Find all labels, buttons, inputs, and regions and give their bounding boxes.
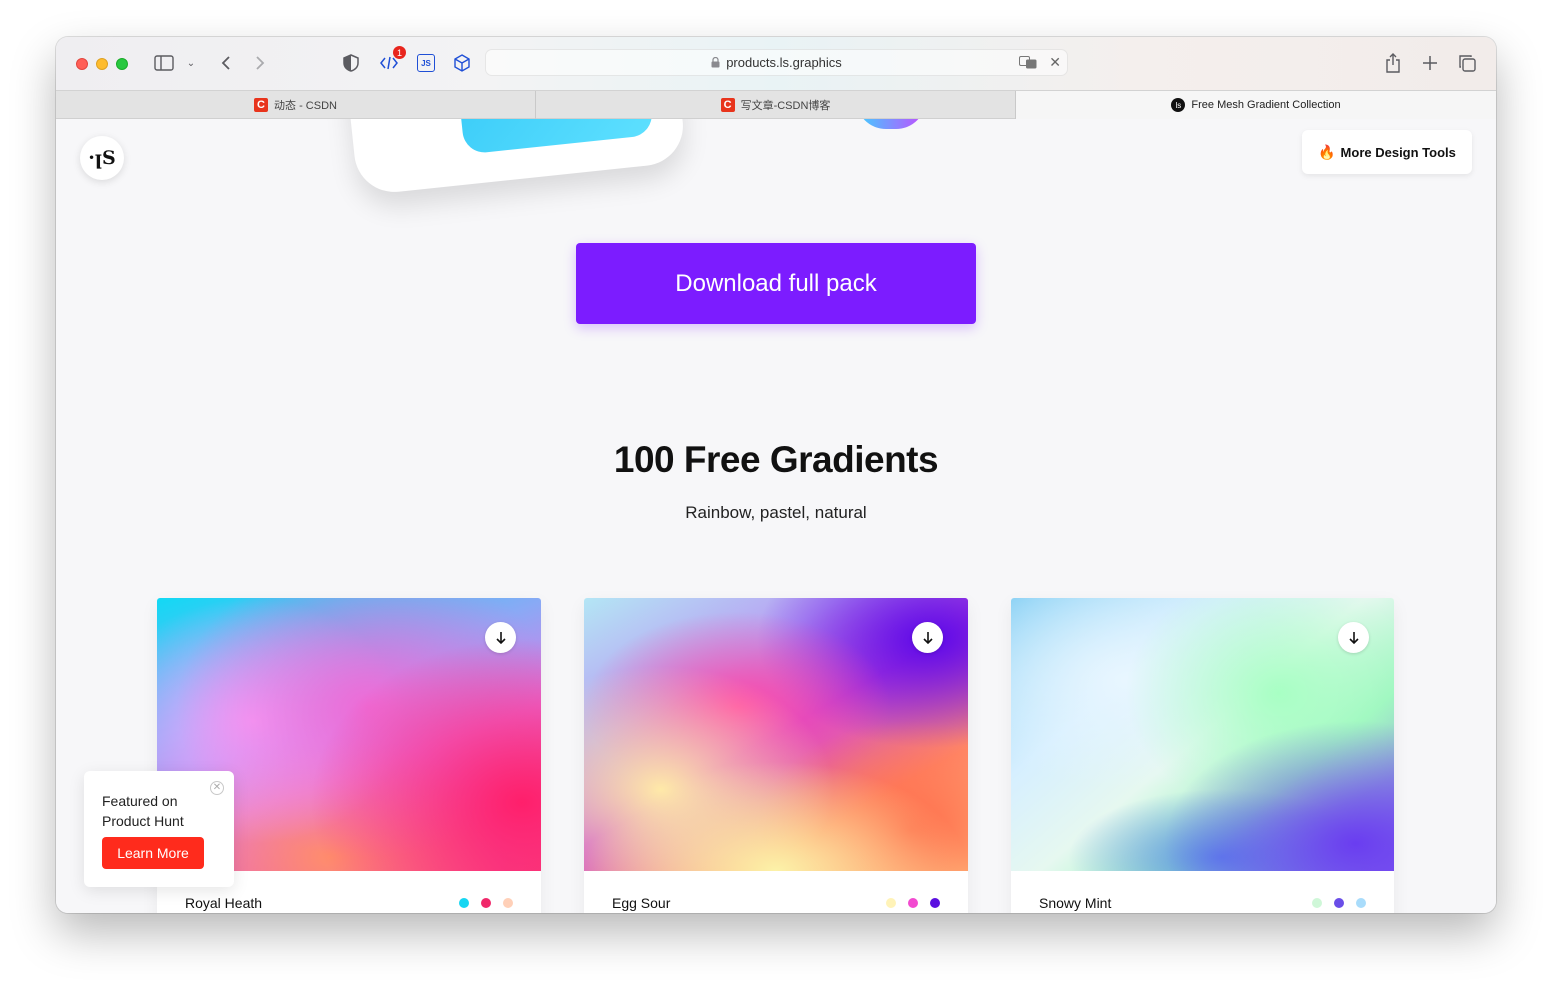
- download-icon[interactable]: [912, 622, 943, 653]
- privacy-shield-icon[interactable]: [340, 51, 362, 75]
- color-swatch[interactable]: [1312, 898, 1322, 908]
- gradient-card[interactable]: Egg Sour: [584, 598, 968, 913]
- color-swatch[interactable]: [908, 898, 918, 908]
- forward-icon[interactable]: [250, 51, 270, 75]
- gradient-card[interactable]: Snowy Mint: [1011, 598, 1394, 913]
- hero-decoration: [856, 119, 926, 129]
- more-design-tools-label: More Design Tools: [1340, 144, 1456, 160]
- address-bar[interactable]: products.ls.graphics ✕: [485, 49, 1068, 76]
- tab-title: Free Mesh Gradient Collection: [1191, 99, 1341, 111]
- color-swatches: [459, 898, 513, 908]
- product-hunt-widget: Featured on Product Hunt ✕ Learn More: [84, 771, 234, 887]
- gradient-preview[interactable]: [584, 598, 968, 871]
- tab-overview-icon[interactable]: [1456, 51, 1478, 75]
- zoom-window-button[interactable]: [116, 58, 128, 70]
- hero-illustration: [345, 119, 687, 196]
- js-extension-label: JS: [417, 54, 435, 72]
- color-swatches: [1312, 898, 1366, 908]
- gradient-name: Snowy Mint: [1039, 895, 1112, 911]
- site-logo[interactable]: ·ꞁS: [80, 136, 124, 180]
- share-icon[interactable]: [1382, 51, 1404, 75]
- sidebar-toggle-icon[interactable]: [152, 51, 176, 75]
- gradient-name: Royal Heath: [185, 895, 263, 911]
- tab-bar: C 动态 - CSDN C 写文章-CSDN博客 ls Free Mesh Gr…: [56, 90, 1496, 119]
- chevron-down-icon[interactable]: ⌄: [184, 51, 198, 75]
- cube-extension-icon[interactable]: [451, 51, 473, 75]
- learn-more-button[interactable]: Learn More: [102, 837, 204, 869]
- csdn-favicon-icon: C: [254, 98, 269, 112]
- color-swatch[interactable]: [930, 898, 940, 908]
- js-extension-icon[interactable]: JS: [415, 51, 437, 75]
- url-text: products.ls.graphics: [726, 55, 842, 70]
- more-design-tools-button[interactable]: 🔥 More Design Tools: [1302, 130, 1472, 174]
- close-icon[interactable]: ✕: [1049, 54, 1061, 71]
- download-full-pack-button[interactable]: Download full pack: [576, 243, 976, 324]
- back-icon[interactable]: [216, 51, 236, 75]
- lock-icon: [711, 57, 720, 68]
- section-subtitle: Rainbow, pastel, natural: [685, 503, 867, 522]
- product-hunt-line2: Product Hunt: [102, 813, 184, 829]
- ls-favicon-icon: ls: [1171, 98, 1186, 112]
- tab-mesh-gradient[interactable]: ls Free Mesh Gradient Collection: [1016, 91, 1496, 119]
- tab-csdn-dynamic[interactable]: C 动态 - CSDN: [56, 91, 536, 119]
- download-icon[interactable]: [1338, 622, 1369, 653]
- color-swatches: [886, 898, 940, 908]
- color-swatch[interactable]: [481, 898, 491, 908]
- product-hunt-text: Featured on Product Hunt: [102, 791, 212, 831]
- gradient-preview[interactable]: [1011, 598, 1394, 871]
- minimize-window-button[interactable]: [96, 58, 108, 70]
- page-content: ·ꞁS 🔥 More Design Tools Download full pa…: [56, 119, 1496, 913]
- product-hunt-line1: Featured on: [102, 793, 178, 809]
- translate-icon[interactable]: [1019, 56, 1037, 72]
- section-title: 100 Free Gradients: [613, 439, 939, 480]
- color-swatch[interactable]: [459, 898, 469, 908]
- tab-title: 写文章-CSDN博客: [740, 100, 831, 112]
- color-swatch[interactable]: [1356, 898, 1366, 908]
- download-icon[interactable]: [485, 622, 516, 653]
- gradient-name: Egg Sour: [612, 895, 671, 911]
- new-tab-icon[interactable]: [1419, 51, 1441, 75]
- browser-window: ⌄ 1 JS products.ls.graphics ✕ C 动态 - CSD…: [56, 37, 1496, 913]
- color-swatch[interactable]: [1334, 898, 1344, 908]
- csdn-favicon-icon: C: [720, 98, 735, 112]
- tab-csdn-write[interactable]: C 写文章-CSDN博客: [536, 91, 1016, 119]
- tab-title: 动态 - CSDN: [274, 100, 337, 112]
- color-swatch[interactable]: [503, 898, 513, 908]
- color-swatch[interactable]: [886, 898, 896, 908]
- fire-icon: 🔥: [1318, 143, 1336, 160]
- browser-toolbar: ⌄ 1 JS products.ls.graphics ✕: [56, 37, 1496, 90]
- extension-badge: 1: [393, 46, 406, 59]
- close-window-button[interactable]: [76, 58, 88, 70]
- close-icon[interactable]: ✕: [210, 781, 224, 795]
